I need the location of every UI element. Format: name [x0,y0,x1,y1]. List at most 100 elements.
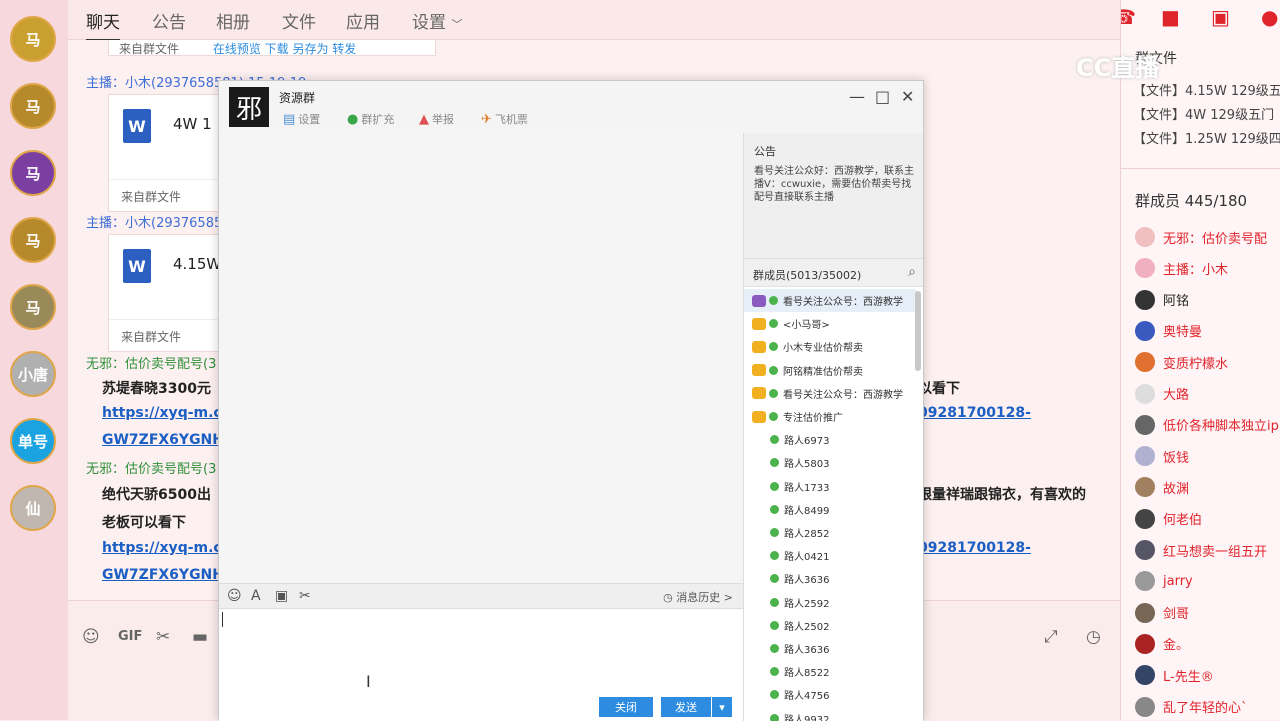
send-button[interactable]: 发送 [661,697,711,717]
avatar [1135,383,1155,404]
member-name: 红马想卖一组五开 [1163,544,1268,560]
member-item[interactable]: 金。 [1135,633,1189,655]
file-list-item[interactable]: 【文件】4W 129级五门 [1133,104,1274,123]
group-avatar[interactable]: 马 [10,83,56,129]
member-row[interactable]: 路人2852 [744,521,916,544]
member-row[interactable]: 小木专业估价帮卖 [744,335,916,358]
group-avatar[interactable]: 邪 [229,87,269,127]
file-list-item[interactable]: 【文件】1.25W 129级四 [1133,128,1280,147]
lesson-icon[interactable]: ▣ [1211,5,1237,31]
history-label: 消息历史 > [676,591,733,604]
tab-apps[interactable]: 应用 [346,8,380,33]
group-avatar[interactable]: 单号 [10,418,56,464]
image-icon[interactable]: ▣ [275,588,288,604]
settings-button[interactable]: ▤ 设置 [283,111,320,127]
member-row[interactable]: 路人4756 [744,683,916,706]
smile-icon[interactable]: ☺ [82,627,100,647]
member-item[interactable]: 故渊 [1135,476,1189,498]
member-row[interactable]: 阿铭精准估价帮卖 [744,359,916,382]
member-row[interactable]: 路人9932 [744,707,916,721]
member-item[interactable]: 饭钱 [1135,445,1189,467]
group-avatar[interactable]: 小唐 [10,351,56,397]
member-row[interactable]: 路人3636 [744,567,916,590]
emoji-icon[interactable]: ☺ [227,588,242,604]
tab-chat[interactable]: 聊天 [86,8,120,41]
more-icon[interactable]: ● [1261,5,1280,31]
send-options-button[interactable]: ▾ [712,697,732,717]
member-row[interactable]: 看号关注公众号：西游教学 [744,382,916,405]
member-item[interactable]: 红马想卖一组五开 [1135,539,1267,561]
message-link[interactable]: GW7ZFX6YGNH [102,432,224,448]
member-item[interactable]: 低价各种脚本独立ip [1135,414,1279,436]
group-avatar[interactable]: 马 [10,217,56,263]
group-avatar[interactable]: 马 [10,16,56,62]
member-row[interactable]: 路人3636 [744,637,916,660]
gif-icon[interactable]: GIF [118,629,142,644]
member-item[interactable]: 何老伯 [1135,508,1202,530]
member-row[interactable]: 路人8522 [744,660,916,683]
message-area[interactable] [219,133,743,583]
member-item[interactable]: 阿铭 [1135,289,1189,311]
file-actions[interactable]: 在线预览 下载 另存为 转发 [213,42,356,56]
tab-settings[interactable]: 设置 ﹀ [412,8,462,33]
minimize-icon[interactable]: — [849,87,865,106]
member-name: 变质柠檬水 [1163,356,1229,372]
member-row[interactable]: <小马哥> [744,312,916,335]
member-item[interactable]: jarry [1135,570,1193,592]
expand-icon[interactable]: ⤢ [1044,627,1058,647]
group-sidebar: 马马马马马小唐 单号仙 [0,0,68,720]
phone-icon[interactable]: ☎ [1121,5,1137,31]
member-row[interactable]: 路人2592 [744,591,916,614]
folder-icon[interactable]: ▬ [192,627,208,647]
close-icon[interactable]: ✕ [901,87,914,106]
member-item[interactable]: L-先生® [1135,664,1214,686]
online-status-icon [770,504,779,514]
group-avatar[interactable]: 马 [10,284,56,330]
message-link[interactable]: 09281700128- [918,405,1031,421]
member-row[interactable]: 路人6973 [744,428,916,451]
member-item[interactable]: 无邪：估价卖号配 [1135,226,1267,248]
member-item[interactable]: 变质柠檬水 [1135,351,1228,373]
member-name: 路人8522 [784,668,830,680]
group-avatar[interactable]: 仙 [10,485,56,531]
member-row[interactable]: 路人0421 [744,544,916,567]
member-row[interactable]: 路人5803 [744,451,916,474]
font-icon[interactable]: A [251,588,261,604]
member-item[interactable]: 奥特曼 [1135,320,1202,342]
member-item[interactable]: 乱了年轻的心` [1135,696,1248,718]
clock-icon[interactable]: ◷ [1086,627,1101,647]
member-item[interactable]: 剑哥 [1135,602,1189,624]
window-header: 邪 资源群 ▤ 设置 ● 群扩充 ▲ 举报 ✈ 飞机票 — □ ✕ [219,81,923,133]
scissors-icon[interactable]: ✂ [299,588,311,604]
alarm-icon: ▲ [419,111,429,127]
close-button[interactable]: 关闭 [599,697,653,717]
group-expand-button[interactable]: ● 群扩充 [347,111,394,127]
member-item[interactable]: 大路 [1135,383,1189,405]
scissors-icon[interactable]: ✂ [156,627,170,647]
message-history-link[interactable]: ◷ 消息历史 > [663,589,733,605]
member-row[interactable]: 专注估价推广 [744,405,916,428]
scrollbar[interactable] [915,291,921,371]
maximize-icon[interactable]: □ [875,87,890,106]
member-row[interactable]: 路人8499 [744,498,916,521]
report-button[interactable]: ▲ 举报 [419,111,454,127]
message-link[interactable]: https://xyq-m.c [102,405,222,421]
tab-album[interactable]: 相册 [216,8,250,33]
message-link[interactable]: GW7ZFX6YGNH [102,567,224,583]
online-status-icon [769,319,778,329]
ticket-button[interactable]: ✈ 飞机票 [481,111,528,127]
group-avatar[interactable]: 马 [10,150,56,196]
tab-announcement[interactable]: 公告 [152,8,186,33]
avatar [1135,540,1155,560]
video-icon[interactable]: ■ [1161,5,1187,31]
member-row[interactable]: 路人1733 [744,475,916,498]
member-item[interactable]: 主播：小木 [1135,257,1228,279]
member-list-panel[interactable]: 群成员(5013/35002) ⌕ 看号关注公众号：西游教学 <小马哥> 小木专业估… [743,259,923,721]
ticket-label: 飞机票 [494,113,528,126]
member-row[interactable]: 路人2502 [744,614,916,637]
member-row[interactable]: 看号关注公众号：西游教学 [744,289,916,312]
message-link[interactable]: 09281700128- [918,540,1031,556]
tab-files[interactable]: 文件 [282,8,316,33]
message-link[interactable]: https://xyq-m.c [102,540,222,556]
search-icon[interactable]: ⌕ [908,264,916,280]
